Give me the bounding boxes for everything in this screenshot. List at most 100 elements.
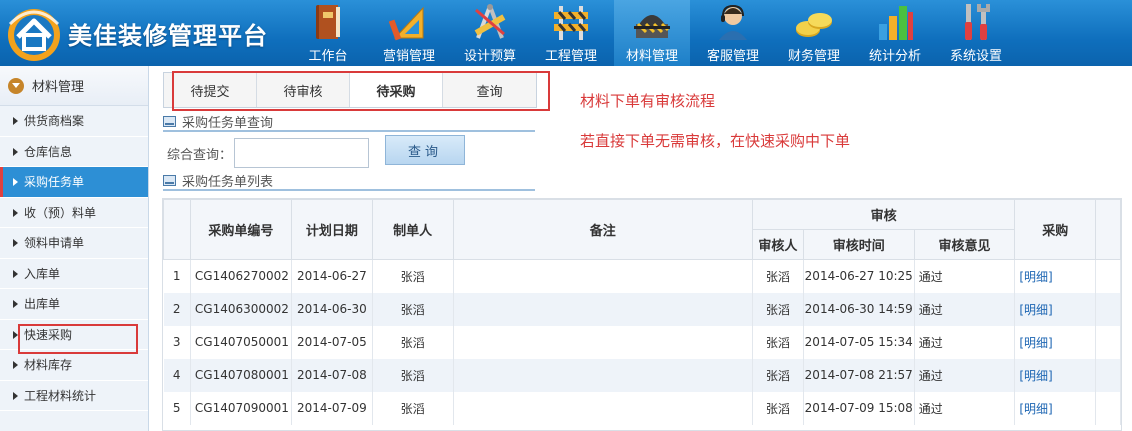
nav-item-design-budget[interactable]: 设计预算 [452, 0, 528, 66]
sidebar-item-inbound[interactable]: 入库单 [0, 259, 148, 289]
main-nav: 工作台 营销管理 设计预算 工程管理 材料管理 客服管理 财务管理 统计分析 系… [290, 0, 1019, 66]
nav-label: 工程管理 [544, 49, 597, 64]
ruler-triangle-icon [389, 6, 424, 41]
header-index [163, 199, 191, 260]
support-agent-icon [719, 4, 747, 40]
cell-review-opinion: 通过 [914, 259, 1016, 293]
arrow-right-icon [13, 391, 18, 400]
sidebar-item-purchase-tasks[interactable]: 采购任务单 [0, 167, 148, 198]
search-label: 综合查询： [167, 147, 233, 163]
sidebar-item-warehouse[interactable]: 仓库信息 [0, 137, 148, 167]
arrow-right-icon [13, 178, 18, 186]
sidebar-item-project-materials[interactable]: 工程材料统计 [0, 381, 148, 411]
arrow-right-icon [13, 300, 18, 308]
cell-order-no: CG1406300002 [190, 292, 292, 326]
nav-item-materials[interactable]: 材料管理 [614, 0, 690, 66]
header-spacer [1095, 199, 1121, 260]
annotation-note-2: 若直接下单无需审核，在快速采购中下单 [580, 132, 851, 150]
cell-plan-date: 2014-06-30 [291, 292, 373, 326]
sidebar-item-outbound[interactable]: 出库单 [0, 289, 148, 320]
window-icon [163, 115, 176, 127]
header-purchase: 采购 [1014, 199, 1097, 260]
arrow-right-icon [13, 269, 18, 278]
header-review-time: 审核时间 [802, 229, 915, 260]
cell-order-no: CG1406270002 [190, 259, 292, 293]
cell-creator: 张滔 [372, 259, 454, 293]
row-index: 4 [163, 358, 191, 392]
row-index: 5 [163, 391, 191, 425]
tools-icon [965, 4, 990, 40]
nav-item-marketing[interactable]: 营销管理 [371, 0, 447, 66]
nav-item-system-settings[interactable]: 系统设置 [938, 0, 1014, 66]
cell-reviewer: 张滔 [752, 259, 804, 293]
section-title: 采购任务单查询 [182, 115, 274, 131]
bar-chart-icon [879, 6, 913, 40]
barrier-icon [554, 6, 588, 40]
nav-item-workbench[interactable]: 工作台 [290, 0, 366, 66]
arrow-right-icon [13, 117, 18, 125]
cell-plan-date: 2014-07-08 [291, 358, 373, 392]
header-creator: 制单人 [371, 199, 454, 260]
nav-item-engineering[interactable]: 工程管理 [533, 0, 609, 66]
detail-link[interactable]: [明细] [1019, 336, 1052, 350]
header-review-opinion: 审核意见 [913, 229, 1016, 260]
table-row: 5 CG1407090001 2014-07-09 张滔 张滔 2014-07-… [163, 391, 1121, 425]
query-section-header: 采购任务单查询 [163, 112, 535, 132]
sidebar-item-label: 工程材料统计 [24, 388, 97, 403]
cell-reviewer: 张滔 [752, 292, 804, 326]
row-index: 2 [163, 292, 191, 326]
cell-plan-date: 2014-07-05 [291, 325, 373, 359]
sidebar-item-label: 材料库存 [24, 358, 73, 373]
cell-review-time: 2014-07-08 21:57 [803, 358, 915, 392]
sidebar-item-receiving[interactable]: 收（预）料单 [0, 198, 148, 228]
arrow-right-icon [13, 239, 18, 247]
design-tools-icon [474, 4, 506, 39]
arrow-right-icon [13, 147, 18, 156]
row-index: 1 [163, 259, 191, 293]
nav-label: 客服管理 [706, 49, 759, 64]
window-icon [163, 174, 176, 186]
row-index: 3 [163, 325, 191, 359]
arrow-right-icon [13, 208, 18, 217]
detail-link[interactable]: [明细] [1019, 402, 1052, 416]
annotation-note-1: 材料下单有审核流程 [580, 92, 716, 110]
nav-label: 财务管理 [787, 49, 840, 64]
arrow-right-icon [13, 361, 18, 369]
chevron-down-icon [8, 77, 24, 94]
section-title: 采购任务单列表 [182, 174, 274, 190]
search-button[interactable]: 查询 [385, 135, 465, 165]
nav-item-customer-service[interactable]: 客服管理 [695, 0, 771, 66]
cell-remark [453, 325, 753, 359]
nav-item-finance[interactable]: 财务管理 [776, 0, 852, 66]
sidebar-item-label: 领料申请单 [24, 236, 85, 251]
detail-link[interactable]: [明细] [1019, 303, 1052, 317]
sidebar-item-suppliers[interactable]: 供货商档案 [0, 106, 148, 137]
cell-reviewer: 张滔 [752, 358, 804, 392]
nav-label: 营销管理 [382, 49, 435, 64]
coins-icon [796, 13, 832, 37]
cell-review-time: 2014-06-27 10:25 [803, 259, 915, 293]
sidebar-item-requisition[interactable]: 领料申请单 [0, 228, 148, 259]
detail-link[interactable]: [明细] [1019, 270, 1052, 284]
nav-label: 统计分析 [868, 49, 921, 64]
table-row: 1 CG1406270002 2014-06-27 张滔 张滔 2014-06-… [163, 259, 1121, 293]
search-input[interactable] [234, 138, 370, 168]
table-row: 2 CG1406300002 2014-06-30 张滔 张滔 2014-06-… [163, 292, 1121, 326]
nav-label: 工作台 [308, 49, 348, 64]
nav-item-statistics[interactable]: 统计分析 [857, 0, 933, 66]
book-icon [316, 5, 340, 39]
cell-creator: 张滔 [372, 358, 454, 392]
highlight-box-tabs [172, 71, 550, 111]
table-row: 3 CG1407050001 2014-07-05 张滔 张滔 2014-07-… [163, 325, 1121, 359]
detail-link[interactable]: [明细] [1019, 369, 1052, 383]
sidebar-header[interactable]: 材料管理 [0, 66, 148, 106]
cell-reviewer: 张滔 [752, 325, 804, 359]
cell-remark [453, 391, 753, 425]
cell-review-time: 2014-07-09 15:08 [803, 391, 915, 425]
sidebar-item-stock[interactable]: 材料库存 [0, 350, 148, 381]
table-row: 4 CG1407080001 2014-07-08 张滔 张滔 2014-07-… [163, 358, 1121, 392]
cell-review-time: 2014-06-30 14:59 [803, 292, 915, 326]
cell-review-opinion: 通过 [914, 325, 1016, 359]
sidebar-item-label: 仓库信息 [24, 144, 73, 159]
cell-remark [453, 292, 753, 326]
